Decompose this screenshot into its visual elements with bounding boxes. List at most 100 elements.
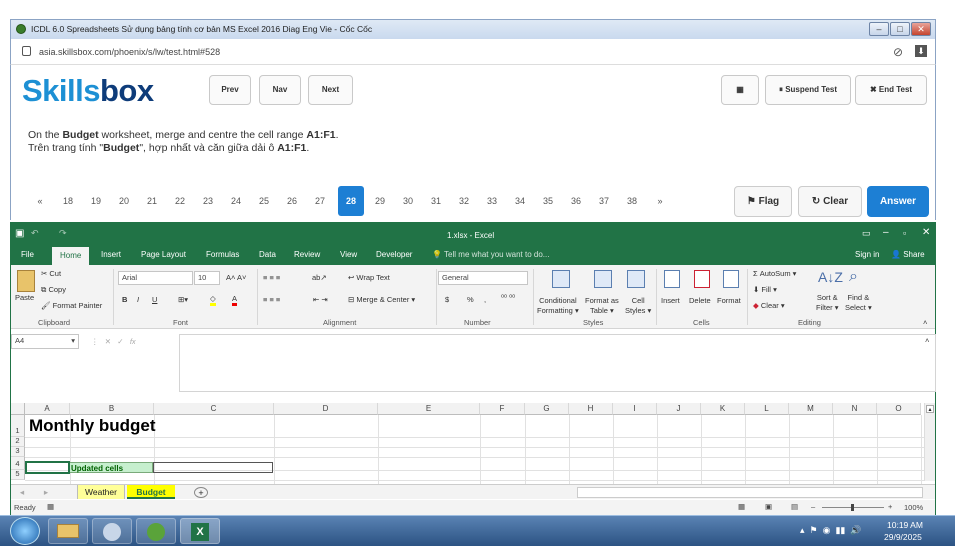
page-layout-view-icon[interactable]: ▣: [765, 502, 772, 511]
borders-icon[interactable]: ⊞▾: [178, 295, 188, 304]
paste-icon[interactable]: [17, 270, 35, 292]
column-header[interactable]: A: [25, 403, 70, 415]
row-header[interactable]: 1: [11, 415, 25, 437]
delete-cells-button[interactable]: Delete: [689, 296, 711, 305]
cell-a4-selected[interactable]: [25, 461, 70, 474]
pager-page[interactable]: 22: [166, 186, 194, 216]
pager-page[interactable]: 23: [194, 186, 222, 216]
sheet-tab-budget[interactable]: Budget: [127, 485, 175, 499]
pager-page[interactable]: 36: [562, 186, 590, 216]
pager-page[interactable]: 24: [222, 186, 250, 216]
align-left-icon[interactable]: ≡ ≡ ≡: [263, 295, 280, 304]
sheet-tab-weather[interactable]: Weather: [77, 485, 125, 499]
zoom-slider[interactable]: [822, 504, 884, 511]
excel-taskbar-icon[interactable]: X: [180, 518, 220, 544]
indent-icon[interactable]: ⇤ ⇥: [313, 295, 328, 304]
column-header[interactable]: M: [789, 403, 833, 415]
shield-icon[interactable]: ⊘: [893, 45, 903, 59]
tab-file[interactable]: File: [21, 250, 34, 259]
decimal-icon[interactable]: ⁰⁰ ⁰⁰: [501, 293, 515, 302]
paint-taskbar-icon[interactable]: [92, 518, 132, 544]
clear-button-excel[interactable]: ◆ Clear ▾: [753, 301, 785, 310]
pager-page[interactable]: 25: [250, 186, 278, 216]
clock-time[interactable]: 10:19 AM: [887, 520, 923, 530]
maximize-button[interactable]: □: [890, 22, 910, 36]
pager-page[interactable]: 37: [590, 186, 618, 216]
flag-button[interactable]: ⚑ Flag: [734, 186, 792, 217]
pager-page[interactable]: 27: [306, 186, 334, 216]
copy-button[interactable]: ⧉ Copy: [41, 285, 66, 295]
macro-record-icon[interactable]: ▦: [47, 502, 54, 511]
scroll-up-arrow[interactable]: ▴: [926, 405, 934, 413]
tab-insert[interactable]: Insert: [101, 250, 121, 259]
fill-color-icon[interactable]: ◇: [210, 294, 216, 306]
number-format-box[interactable]: General: [438, 271, 528, 285]
sort-filter-button[interactable]: Sort & Filter ▾: [816, 293, 839, 313]
cell-styles-button[interactable]: Cell Styles ▾: [625, 296, 651, 316]
pager-page[interactable]: 29: [366, 186, 394, 216]
explorer-taskbar-icon[interactable]: [48, 518, 88, 544]
column-header[interactable]: E: [378, 403, 480, 415]
pager-page[interactable]: 20: [110, 186, 138, 216]
format-painter-button[interactable]: 🖌 Format Painter: [41, 301, 102, 310]
worksheet-grid[interactable]: ABCDEFGHIJKLMNO 12345 Monthly budget Upd…: [11, 399, 935, 484]
cell-b4[interactable]: Updated cells: [69, 462, 153, 473]
column-header[interactable]: O: [877, 403, 921, 415]
column-header[interactable]: J: [657, 403, 701, 415]
tab-page-layout[interactable]: Page Layout: [141, 250, 186, 259]
start-button[interactable]: [10, 517, 40, 545]
column-header[interactable]: G: [525, 403, 569, 415]
redo-icon[interactable]: ↷: [59, 228, 67, 239]
download-icon[interactable]: ⬇: [915, 45, 927, 57]
ribbon-display-icon[interactable]: ▭: [862, 228, 871, 239]
column-header[interactable]: F: [480, 403, 525, 415]
close-button[interactable]: ✕: [911, 22, 931, 36]
row-header[interactable]: 3: [11, 447, 25, 457]
pager-page[interactable]: 33: [478, 186, 506, 216]
collapse-ribbon-icon[interactable]: ˄: [923, 318, 927, 327]
calculator-button[interactable]: ▦: [721, 75, 759, 105]
pager-page[interactable]: 18: [54, 186, 82, 216]
column-header[interactable]: I: [613, 403, 657, 415]
font-size-box[interactable]: 10: [194, 271, 220, 285]
clock-date[interactable]: 29/9/2025: [884, 532, 922, 542]
share-button[interactable]: 👤 Share: [891, 250, 925, 259]
tray-icons[interactable]: ▴ ⚑ ◉ ▮▮ 🔊: [800, 525, 862, 536]
pager-page[interactable]: 26: [278, 186, 306, 216]
select-all-corner[interactable]: [11, 403, 25, 415]
merge-center-button[interactable]: ⊟ Merge & Center ▾: [348, 295, 415, 304]
suspend-test-button[interactable]: ⏸ Suspend Test: [765, 75, 851, 105]
column-header[interactable]: K: [701, 403, 745, 415]
tell-me-box[interactable]: 💡 Tell me what you want to do...: [432, 250, 549, 259]
currency-button[interactable]: $: [445, 295, 449, 304]
answer-button[interactable]: Answer: [867, 186, 929, 217]
sign-in-link[interactable]: Sign in: [855, 250, 879, 259]
next-button[interactable]: Next: [308, 75, 353, 105]
column-header[interactable]: L: [745, 403, 789, 415]
wrap-text-button[interactable]: ↩ Wrap Text: [348, 273, 390, 282]
align-top-icon[interactable]: ≡ ≡ ≡: [263, 273, 280, 282]
pager-first[interactable]: «: [26, 186, 54, 216]
cell-a1[interactable]: Monthly budget: [29, 416, 156, 436]
tab-view[interactable]: View: [340, 250, 357, 259]
address-bar[interactable]: asia.skillsbox.com/phoenix/s/lw/test.htm…: [10, 39, 936, 65]
new-sheet-button[interactable]: +: [194, 487, 208, 498]
zoom-in-button[interactable]: +: [888, 502, 892, 511]
percent-button[interactable]: %: [467, 295, 474, 304]
pager-page[interactable]: 38: [618, 186, 646, 216]
tab-home[interactable]: Home: [52, 247, 90, 265]
formula-input[interactable]: [179, 334, 936, 392]
restore-icon[interactable]: ▫: [903, 228, 906, 238]
coccoc-taskbar-icon[interactable]: [136, 518, 176, 544]
pager-page[interactable]: 32: [450, 186, 478, 216]
nav-button[interactable]: Nav: [259, 75, 301, 105]
orientation-icon[interactable]: ab↗: [312, 273, 327, 282]
format-cells-button[interactable]: Format: [717, 296, 741, 305]
pager-page[interactable]: 30: [394, 186, 422, 216]
column-header[interactable]: H: [569, 403, 613, 415]
insert-cells-button[interactable]: Insert: [661, 296, 680, 305]
cut-button[interactable]: ✂ Cut: [41, 269, 61, 278]
prev-button[interactable]: Prev: [209, 75, 251, 105]
grow-font-button[interactable]: A˄ A˅: [226, 273, 246, 282]
pager-page[interactable]: 31: [422, 186, 450, 216]
